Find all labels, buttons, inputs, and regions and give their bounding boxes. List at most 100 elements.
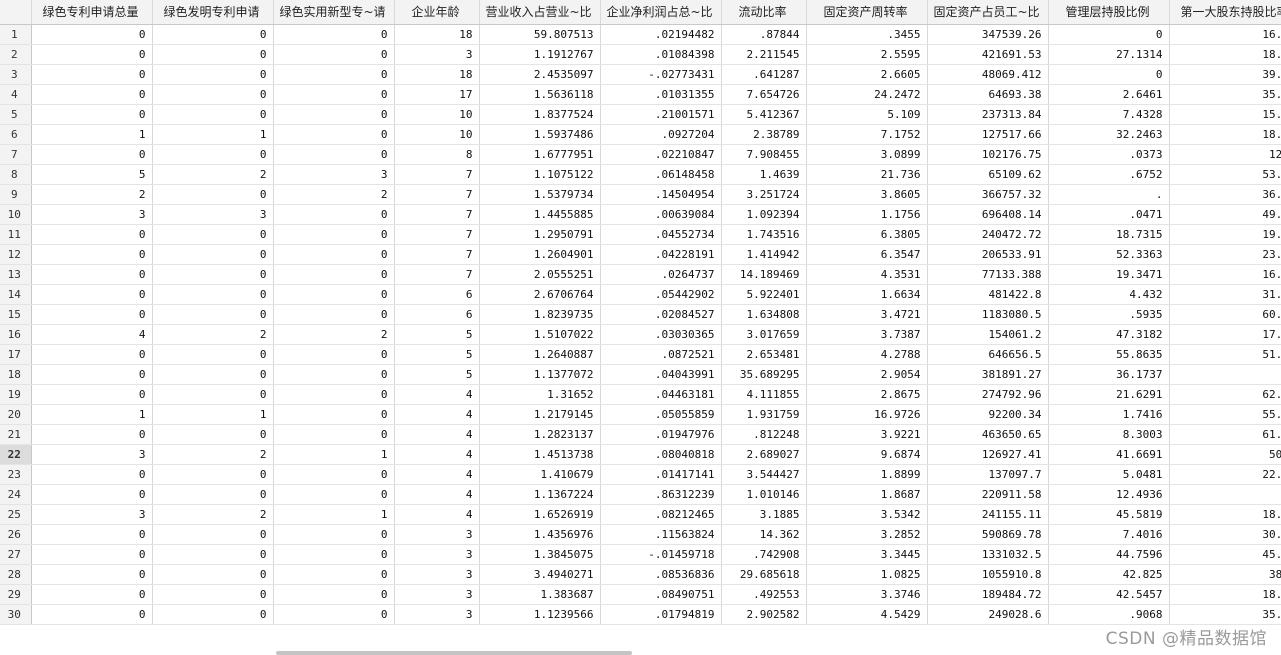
table-cell[interactable]: 18.55 [1169,504,1281,525]
table-row[interactable]: 4 0 0 0 17 1.5636118.01031355 7.654726 24.2472 6… [0,84,1281,105]
table-cell[interactable]: 3.017659 [721,324,807,345]
table-cell[interactable]: 241155.11 [927,504,1049,525]
column-header[interactable]: 绿色实用新型专~请 [273,0,395,25]
table-cell[interactable]: 0 [31,364,153,385]
table-cell[interactable]: .08490751 [600,584,722,605]
table-cell[interactable]: 7.654726 [721,84,807,105]
table-cell[interactable]: 0 [273,544,395,565]
table-cell[interactable]: 0 [152,24,274,45]
table-cell[interactable]: 0 [152,284,274,305]
horizontal-scrollbar-thumb[interactable] [276,651,632,655]
table-cell[interactable]: 51.43 [1169,344,1281,365]
table-cell[interactable]: .21001571 [600,104,722,125]
table-cell[interactable]: 2.902582 [721,604,807,625]
table-cell[interactable]: .641287 [721,64,807,85]
table-cell[interactable]: 0 [152,584,274,605]
table-cell[interactable]: 4.2788 [806,344,928,365]
row-number[interactable]: 2 [0,44,32,65]
table-cell[interactable]: 3 [31,204,153,225]
table-row[interactable]: 18 0 0 0 5 1.1377072.04043991 35.689295 2.9054 3… [0,364,1281,385]
table-cell[interactable]: .08040818 [600,444,722,465]
table-cell[interactable]: 1 [31,124,153,145]
table-cell[interactable]: 36.1737 [1048,364,1170,385]
table-cell[interactable]: 7.908455 [721,144,807,165]
table-cell[interactable]: 1.410679 [479,464,601,485]
table-cell[interactable]: 1.2179145 [479,404,601,425]
table-cell[interactable]: 1.8899 [806,464,928,485]
table-cell[interactable]: 4 [394,444,480,465]
table-cell[interactable]: 4 [394,484,480,505]
row-number[interactable]: 15 [0,304,32,325]
table-cell[interactable]: 3.4721 [806,304,928,325]
table-cell[interactable]: 1.5107022 [479,324,601,345]
table-cell[interactable]: .03030365 [600,324,722,345]
table-row[interactable]: 29 0 0 0 3 1.383687.08490751.492553 3.3746 1894… [0,584,1281,605]
table-cell[interactable]: 1.3845075 [479,544,601,565]
table-cell[interactable]: 0 [152,364,274,385]
table-row[interactable]: 19 0 0 0 4 1.31652.04463181 4.111855 2.8675 2747… [0,384,1281,405]
table-cell[interactable]: 1.7416 [1048,404,1170,425]
table-cell[interactable]: 2.689027 [721,444,807,465]
table-cell[interactable]: 0 [152,84,274,105]
row-number[interactable]: 22 [0,444,32,465]
table-cell[interactable]: 59.807513 [479,24,601,45]
table-cell[interactable]: .08536836 [600,564,722,585]
column-header[interactable]: 绿色专利申请总量 [31,0,153,25]
row-number[interactable]: 21 [0,424,32,445]
table-cell[interactable]: 206533.91 [927,244,1049,265]
table-cell[interactable]: 154061.2 [927,324,1049,345]
table-cell[interactable]: 0 [152,604,274,625]
table-cell[interactable]: 8 [394,144,480,165]
table-cell[interactable]: 0 [152,184,274,205]
table-cell[interactable]: 18.72 [1169,584,1281,605]
row-number[interactable]: 20 [0,404,32,425]
table-cell[interactable]: 1.4513738 [479,444,601,465]
table-cell[interactable]: .01947976 [600,424,722,445]
table-cell[interactable]: 9.6874 [806,444,928,465]
table-cell[interactable]: 4.111855 [721,384,807,405]
table-cell[interactable]: 3.544427 [721,464,807,485]
table-cell[interactable]: 0 [152,304,274,325]
table-cell[interactable]: 0 [152,264,274,285]
table-row[interactable]: 16 4 2 2 5 1.5107022.03030365 3.017659 3.7387 15… [0,324,1281,345]
table-cell[interactable]: 1.5379734 [479,184,601,205]
table-cell[interactable]: 1.8377524 [479,104,601,125]
table-cell[interactable]: 240472.72 [927,224,1049,245]
table-cell[interactable]: 1.31652 [479,384,601,405]
table-cell[interactable]: 0 [273,404,395,425]
table-cell[interactable]: 1.6634 [806,284,928,305]
table-cell[interactable]: 0 [152,144,274,165]
table-cell[interactable]: 1.8687 [806,484,928,505]
row-number[interactable]: 1 [0,24,32,45]
table-cell[interactable]: 12.4936 [1048,484,1170,505]
table-cell[interactable]: 18.36 [1169,124,1281,145]
table-cell[interactable]: 3.251724 [721,184,807,205]
table-cell[interactable]: 0 [152,524,274,545]
table-cell[interactable]: 77133.388 [927,264,1049,285]
table-cell[interactable]: 48069.412 [927,64,1049,85]
table-cell[interactable]: 1.6777951 [479,144,601,165]
table-cell[interactable]: 5.922401 [721,284,807,305]
table-cell[interactable]: 1.1075122 [479,164,601,185]
table-cell[interactable]: 6.3547 [806,244,928,265]
table-cell[interactable]: 2 [273,324,395,345]
table-cell[interactable]: 1.2823137 [479,424,601,445]
table-cell[interactable]: 53.73 [1169,164,1281,185]
column-header[interactable]: 第一大股东持股比率 [1169,0,1281,25]
table-cell[interactable]: 5 [394,344,480,365]
table-cell[interactable]: 0 [1048,64,1170,85]
table-cell[interactable]: 0 [31,104,153,125]
table-cell[interactable]: 3.8605 [806,184,928,205]
table-cell[interactable]: 1.0825 [806,564,928,585]
table-cell[interactable]: .0471 [1048,204,1170,225]
table-cell[interactable]: 2.211545 [721,44,807,65]
table-cell[interactable]: 2.6605 [806,64,928,85]
table-cell[interactable]: 19.56 [1169,224,1281,245]
table-row[interactable]: 20 1 1 0 4 1.2179145.05055859 1.931759 16.9726 9… [0,404,1281,425]
table-cell[interactable]: 0 [273,104,395,125]
table-cell[interactable]: .02194482 [600,24,722,45]
table-cell[interactable]: 646656.5 [927,344,1049,365]
table-cell[interactable]: .492553 [721,584,807,605]
table-cell[interactable]: 4 [394,404,480,425]
table-cell[interactable]: .04552734 [600,224,722,245]
